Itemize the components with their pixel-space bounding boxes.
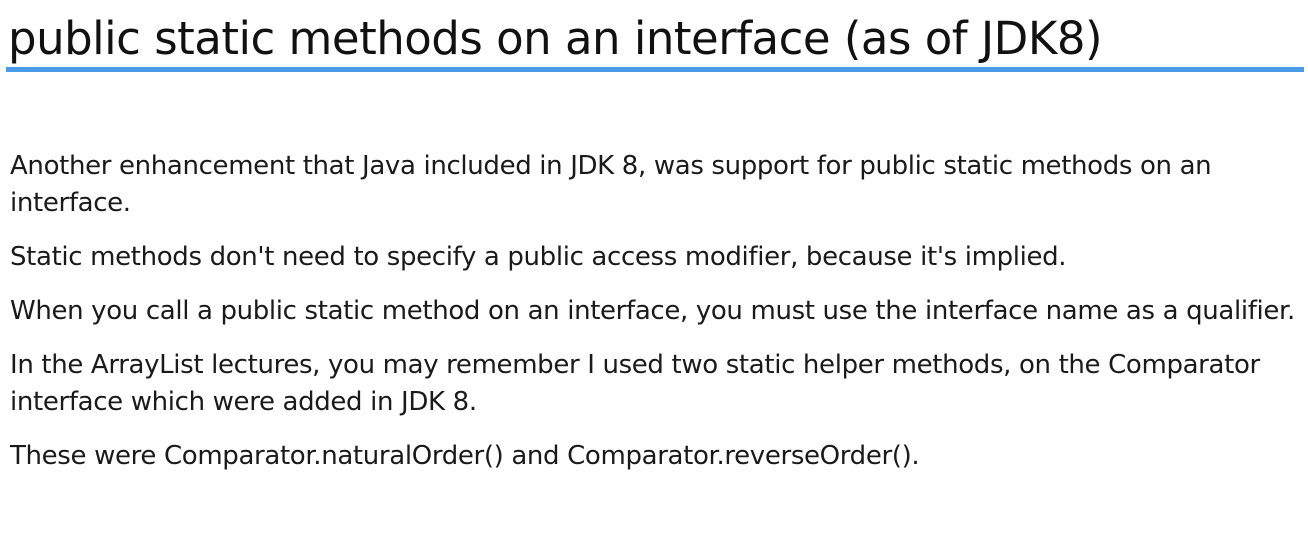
paragraph-jdk8-enhancement: Another enhancement that Java included i… xyxy=(10,151,1212,218)
paragraph-interface-qualifier: When you call a public static method on … xyxy=(10,296,1295,326)
paragraph-arraylist-lectures: In the ArrayList lectures, you may remem… xyxy=(10,350,1260,417)
paragraph-implied-modifier: Static methods don't need to specify a p… xyxy=(10,242,1067,272)
slide-body: Another enhancement that Java included i… xyxy=(10,148,1304,492)
paragraph-comparator-methods: These were Comparator.naturalOrder() and… xyxy=(10,441,920,471)
slide-title: public static methods on an interface (a… xyxy=(8,12,1103,65)
title-underline xyxy=(6,67,1304,72)
